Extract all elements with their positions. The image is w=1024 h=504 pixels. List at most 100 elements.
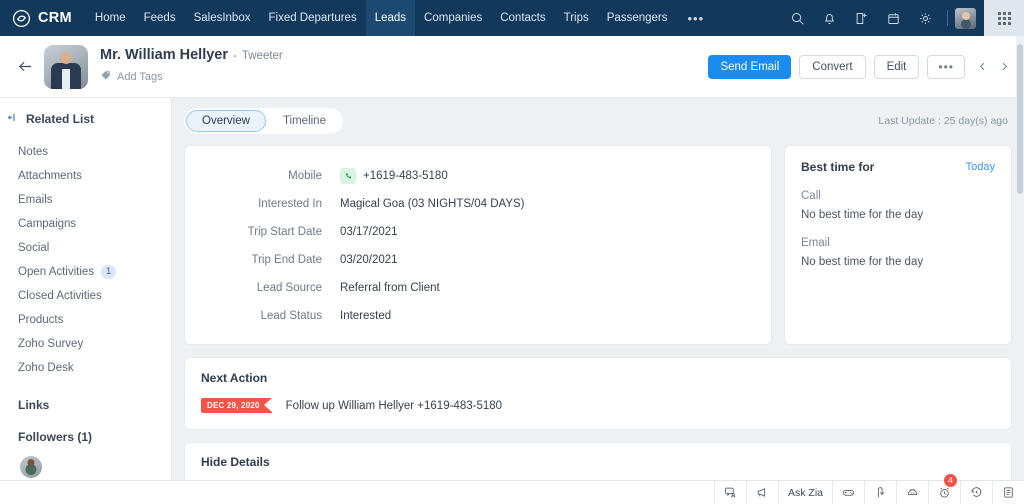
record-title-line: Mr. William Hellyer - Tweeter [100, 47, 283, 63]
hide-details-toggle[interactable]: Hide Details [185, 443, 1011, 482]
field-label: Trip End Date [251, 254, 322, 266]
sidebar-item-campaigns[interactable]: Campaigns [0, 212, 171, 236]
sidebar-item-social[interactable]: Social [0, 236, 171, 260]
next-record-icon[interactable] [999, 60, 1010, 73]
history-clock-icon[interactable] [960, 481, 992, 504]
arrow-curve-icon[interactable] [864, 481, 896, 504]
page-title: Mr. William Hellyer [100, 47, 229, 63]
field-value: 03/17/2021 [340, 226, 398, 238]
field-mobile: Mobile +1619-483-5180 [185, 162, 771, 190]
zia-face-icon[interactable] [896, 481, 928, 504]
nav-item-passengers[interactable]: Passengers [598, 0, 677, 36]
best-time-call-value: No best time for the day [801, 209, 924, 221]
field-lead-source: Lead Source Referral from Client [185, 274, 771, 302]
main-content: Overview Timeline Last Update : 25 day(s… [172, 98, 1024, 504]
best-time-today-link[interactable]: Today [966, 161, 995, 173]
user-avatar[interactable] [955, 7, 976, 29]
sidebar-item-emails[interactable]: Emails [0, 188, 171, 212]
brand-name: CRM [38, 10, 72, 26]
nav-item-contacts[interactable]: Contacts [491, 0, 554, 36]
field-trip-start-date: Trip Start Date 03/17/2021 [185, 218, 771, 246]
nav-item-feeds[interactable]: Feeds [135, 0, 185, 36]
field-value: Interested [340, 310, 392, 322]
sidebar-item-attachments[interactable]: Attachments [0, 164, 171, 188]
follower-avatar[interactable] [20, 456, 42, 478]
megaphone-icon[interactable] [745, 481, 778, 504]
apps-grid-icon[interactable] [984, 0, 1024, 36]
tab-row: Overview Timeline Last Update : 25 day(s… [184, 108, 1012, 134]
brand-logo-area[interactable]: CRM [0, 0, 86, 36]
next-action-title: Next Action [201, 371, 268, 385]
next-action-row[interactable]: DEC 29, 2020 Follow up William Hellyer +… [201, 398, 995, 413]
ask-zia-button[interactable]: Ask Zia [777, 481, 832, 504]
page-scrollbar[interactable] [1016, 36, 1024, 504]
nav-item-leads[interactable]: Leads [365, 0, 416, 36]
sidebar-item-label: Campaigns [18, 218, 77, 230]
last-update-text: Last Update : 25 day(s) ago [878, 115, 1008, 127]
note-icon[interactable] [992, 481, 1024, 504]
sidebar-item-label: Emails [18, 194, 53, 206]
compose-icon[interactable] [846, 0, 876, 36]
tag-icon [100, 68, 112, 86]
best-time-title: Best time for [801, 160, 875, 174]
field-label: Trip Start Date [247, 226, 322, 238]
sidebar-item-closed-activities[interactable]: Closed Activities [0, 284, 171, 308]
sidebar-item-zoho-survey[interactable]: Zoho Survey [0, 332, 171, 356]
sidebar-item-products[interactable]: Products [0, 308, 171, 332]
scrollbar-thumb[interactable] [1017, 44, 1023, 194]
chat-user-icon[interactable] [713, 481, 746, 504]
back-arrow-icon[interactable] [10, 52, 40, 82]
nav-item-trips[interactable]: Trips [555, 0, 598, 36]
sidebar-item-open-activities[interactable]: Open Activities 1 [0, 260, 171, 284]
bell-icon[interactable] [814, 0, 844, 36]
convert-button[interactable]: Convert [799, 54, 866, 79]
sidebar-item-zoho-desk[interactable]: Zoho Desk [0, 356, 171, 380]
tab-overview[interactable]: Overview [186, 110, 266, 132]
field-value[interactable]: +1619-483-5180 [340, 168, 448, 184]
field-value: Magical Goa (03 NIGHTS/04 DAYS) [340, 198, 525, 210]
lead-avatar [44, 44, 88, 89]
best-time-email-value: No best time for the day [801, 256, 924, 268]
summary-row: Mobile +1619-483-5180 Interested In Magi… [184, 145, 1012, 345]
game-controller-icon[interactable] [832, 481, 864, 504]
next-action-card: Next Action DEC 29, 2020 Follow up Willi… [184, 357, 1012, 430]
tab-timeline[interactable]: Timeline [268, 110, 341, 132]
collapse-panel-icon[interactable] [7, 110, 19, 128]
avatar-head [60, 51, 72, 64]
calendar-icon[interactable] [878, 0, 908, 36]
nav-item-salesinbox[interactable]: SalesInbox [185, 0, 260, 36]
gear-icon[interactable] [910, 0, 940, 36]
sidebar-item-label: Zoho Survey [18, 338, 84, 350]
sidebar-header: Related List [0, 110, 171, 128]
field-value: Referral from Client [340, 282, 440, 294]
alarm-clock-icon[interactable]: 4 [928, 474, 960, 504]
crm-logo-icon [12, 9, 31, 28]
sidebar-item-label: Attachments [18, 170, 82, 182]
record-actions: Send Email Convert Edit ••• [708, 54, 1010, 79]
nav-item-companies[interactable]: Companies [415, 0, 491, 36]
best-time-call-label: Call [801, 190, 821, 202]
field-label: Lead Source [256, 282, 322, 294]
bottom-toolbar: Ask Zia 4 [0, 474, 1024, 504]
phone-icon[interactable] [340, 168, 356, 184]
nav-more-button[interactable]: ••• [676, 0, 715, 36]
nav-divider [947, 10, 948, 26]
field-label: Mobile [288, 170, 322, 182]
add-tags-button[interactable]: Add Tags [100, 68, 283, 86]
nav-item-home[interactable]: Home [86, 0, 135, 36]
nav-item-fixed-departures[interactable]: Fixed Departures [259, 0, 365, 36]
search-icon[interactable] [782, 0, 812, 36]
send-email-button[interactable]: Send Email [708, 54, 792, 79]
record-subtitle: Tweeter [241, 50, 283, 62]
prev-record-icon[interactable] [977, 60, 988, 73]
sidebar-item-label: Closed Activities [18, 290, 102, 302]
page-body: Related List Notes Attachments Emails Ca… [0, 36, 1024, 504]
add-tags-label: Add Tags [117, 71, 163, 83]
edit-button[interactable]: Edit [873, 54, 920, 79]
record-title-block: Mr. William Hellyer - Tweeter Add Tags [100, 47, 283, 86]
record-more-button[interactable]: ••• [927, 54, 965, 79]
sidebar-item-notes[interactable]: Notes [0, 140, 171, 164]
mobile-number: +1619-483-5180 [363, 170, 448, 182]
top-navigation-bar: CRM Home Feeds SalesInbox Fixed Departur… [0, 0, 1024, 36]
nav-right-actions [782, 0, 984, 36]
